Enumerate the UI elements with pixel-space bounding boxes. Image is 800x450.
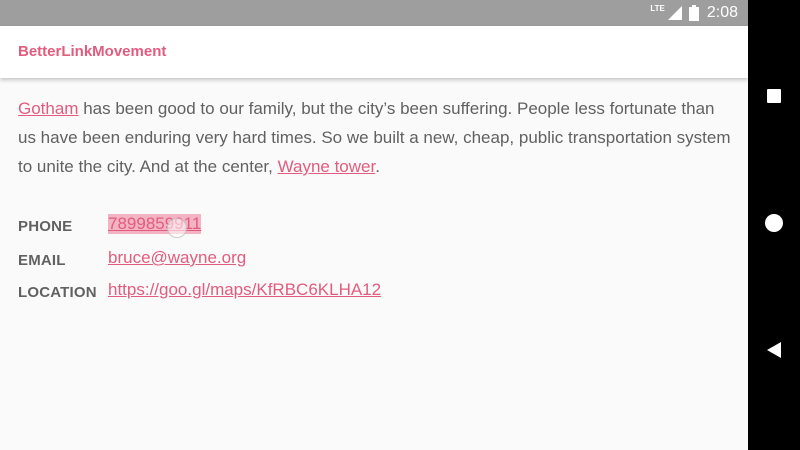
touch-indicator: [167, 218, 187, 238]
location-label: LOCATION: [18, 284, 97, 301]
signal-icon: [667, 5, 683, 21]
link-wayne-tower[interactable]: Wayne tower: [278, 157, 376, 176]
recents-button[interactable]: [748, 72, 800, 124]
email-label: EMAIL: [18, 252, 66, 269]
status-bar: LTE 2:08: [0, 0, 748, 26]
home-button[interactable]: [748, 199, 800, 251]
phone-label: PHONE: [18, 218, 73, 235]
paragraph-text-2: .: [375, 157, 380, 176]
clock: 2:08: [706, 4, 738, 21]
battery-icon: [688, 5, 699, 21]
back-icon: [765, 341, 783, 364]
info-row-location: LOCATION https://goo.gl/maps/KfRBC6KLHA1…: [18, 280, 733, 308]
info-row-phone: PHONE 7899859911: [18, 214, 733, 242]
screen: LTE 2:08 BetterLinkMovement Gotham has b…: [0, 0, 800, 450]
info-row-email: EMAIL bruce@wayne.org: [18, 248, 733, 276]
link-gotham[interactable]: Gotham: [18, 99, 78, 118]
description-paragraph: Gotham has been good to our family, but …: [18, 94, 733, 181]
home-icon: [764, 213, 784, 238]
phone-link[interactable]: 7899859911: [108, 214, 202, 234]
app-bar: BetterLinkMovement: [0, 26, 748, 78]
status-icons: LTE 2:08: [650, 0, 738, 26]
navigation-bar: [748, 0, 800, 450]
location-link[interactable]: https://goo.gl/maps/KfRBC6KLHA12: [108, 280, 381, 300]
main-content: Gotham has been good to our family, but …: [0, 78, 748, 450]
network-type-label: LTE: [650, 3, 665, 13]
email-link[interactable]: bruce@wayne.org: [108, 248, 246, 268]
back-button[interactable]: [748, 326, 800, 378]
recents-icon: [766, 88, 782, 109]
app-title: BetterLinkMovement: [18, 43, 167, 60]
